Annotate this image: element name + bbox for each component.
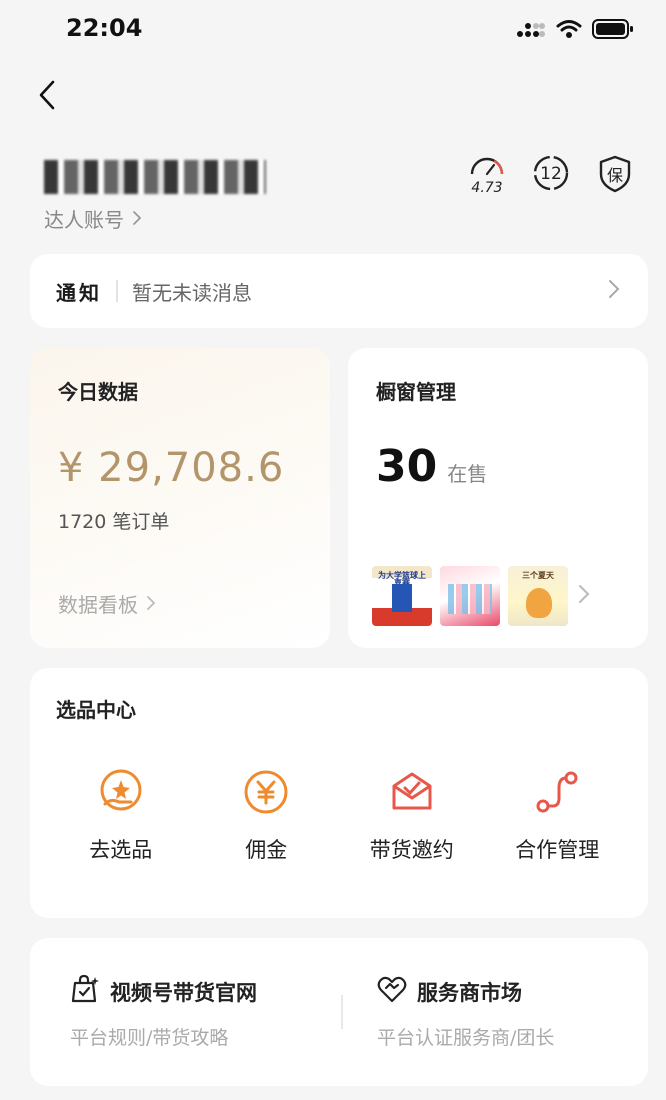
- selection-center-card: 选品中心 去选品 佣金 带货邀约 合作管理: [30, 668, 648, 918]
- chevron-right-icon: [146, 592, 156, 616]
- showcase-count: 30 在售: [376, 441, 620, 492]
- service-market-link[interactable]: 服务商市场 平台认证服务商/团长: [343, 974, 648, 1050]
- cooperation-label: 合作管理: [515, 838, 600, 862]
- go-select-label: 去选品: [89, 838, 153, 862]
- selection-center-title: 选品中心: [56, 698, 136, 722]
- channels-official-site-title: 视频号带货官网: [70, 974, 341, 1009]
- account-name-redacted: [44, 160, 266, 194]
- notice-title: 通知: [56, 280, 102, 305]
- signal-icon: [516, 19, 546, 43]
- notice-bar[interactable]: 通知 暂无未读消息: [30, 254, 648, 328]
- data-dashboard-link[interactable]: 数据看板: [58, 589, 156, 618]
- order-count: 1720 笔订单: [58, 511, 170, 533]
- service-market-title: 服务商市场: [377, 974, 648, 1009]
- battery-icon: [592, 18, 634, 44]
- showcase-title: 橱窗管理: [376, 380, 456, 404]
- book-cover-art: [392, 584, 412, 612]
- chevron-right-icon: [578, 584, 590, 608]
- sales-amount: ¥ 29,708.6: [58, 445, 285, 491]
- guarantee-label: 保: [606, 166, 623, 185]
- on-sale-label: 在售: [447, 462, 488, 486]
- chevron-right-icon: [608, 279, 620, 303]
- selection-grid: 去选品 佣金 带货邀约 合作管理: [30, 768, 648, 864]
- divider: [116, 280, 118, 302]
- level-badge[interactable]: 12: [532, 154, 570, 194]
- product-thumbnail[interactable]: [440, 566, 500, 626]
- wifi-icon: [556, 19, 582, 43]
- thumbnail-title: 三个夏天: [522, 571, 554, 580]
- select-product-icon: [97, 768, 145, 816]
- account-type-link[interactable]: 达人账号: [44, 204, 266, 233]
- channels-official-site-subtitle: 平台规则/带货攻略: [70, 1027, 229, 1049]
- today-data-title: 今日数据: [58, 380, 138, 404]
- cooperation-icon: [533, 768, 581, 816]
- product-thumbnail[interactable]: 三个夏天: [508, 566, 568, 626]
- channels-official-site-label: 视频号带货官网: [110, 980, 257, 1005]
- guarantee-badge[interactable]: 保: [596, 154, 634, 194]
- back-button[interactable]: [30, 80, 64, 114]
- yen-icon: [242, 768, 290, 816]
- illustration-art: [526, 588, 552, 618]
- status-icons: [516, 18, 634, 44]
- invitation-label: 带货邀约: [369, 838, 454, 862]
- status-bar: 22:04: [0, 0, 666, 60]
- service-market-label: 服务商市场: [417, 980, 522, 1005]
- cooperation-button[interactable]: 合作管理: [487, 768, 627, 864]
- chevron-left-icon: [37, 80, 57, 114]
- bag-check-icon: [70, 974, 100, 1009]
- bottom-links-card: 视频号带货官网 平台规则/带货攻略 服务商市场 平台认证服务商/团长: [30, 938, 648, 1086]
- invitation-button[interactable]: 带货邀约: [342, 768, 482, 864]
- account-status-icons: 4.73 12 保: [468, 154, 634, 196]
- data-dashboard-label: 数据看板: [58, 593, 138, 617]
- service-market-subtitle: 平台认证服务商/团长: [377, 1027, 555, 1049]
- go-select-button[interactable]: 去选品: [51, 768, 191, 864]
- chevron-right-icon: [132, 207, 142, 231]
- showcase-card[interactable]: 橱窗管理 30 在售 为大学篮球上嘉赛 三个夏天: [348, 348, 648, 648]
- notice-message: 暂无未读消息: [132, 280, 252, 305]
- heart-handshake-icon: [377, 974, 407, 1009]
- commission-label: 佣金: [245, 838, 288, 862]
- today-data-card[interactable]: 今日数据 ¥ 29,708.6 1720 笔订单 数据看板: [30, 348, 330, 648]
- channels-official-site-link[interactable]: 视频号带货官网 平台规则/带货攻略: [30, 974, 341, 1050]
- invitation-icon: [388, 768, 436, 816]
- product-thumbnail[interactable]: 为大学篮球上嘉赛: [372, 566, 432, 626]
- score-indicator[interactable]: 4.73: [468, 154, 506, 196]
- account-block: 达人账号: [44, 160, 266, 233]
- account-type-label: 达人账号: [44, 208, 124, 232]
- product-thumbnails: 为大学篮球上嘉赛 三个夏天: [372, 566, 590, 626]
- status-time: 22:04: [66, 14, 143, 42]
- score-value: 4.73: [471, 180, 503, 196]
- book-set-art: [448, 584, 492, 614]
- badge-number: 12: [540, 164, 562, 184]
- on-sale-count: 30: [376, 441, 438, 492]
- commission-button[interactable]: 佣金: [196, 768, 336, 864]
